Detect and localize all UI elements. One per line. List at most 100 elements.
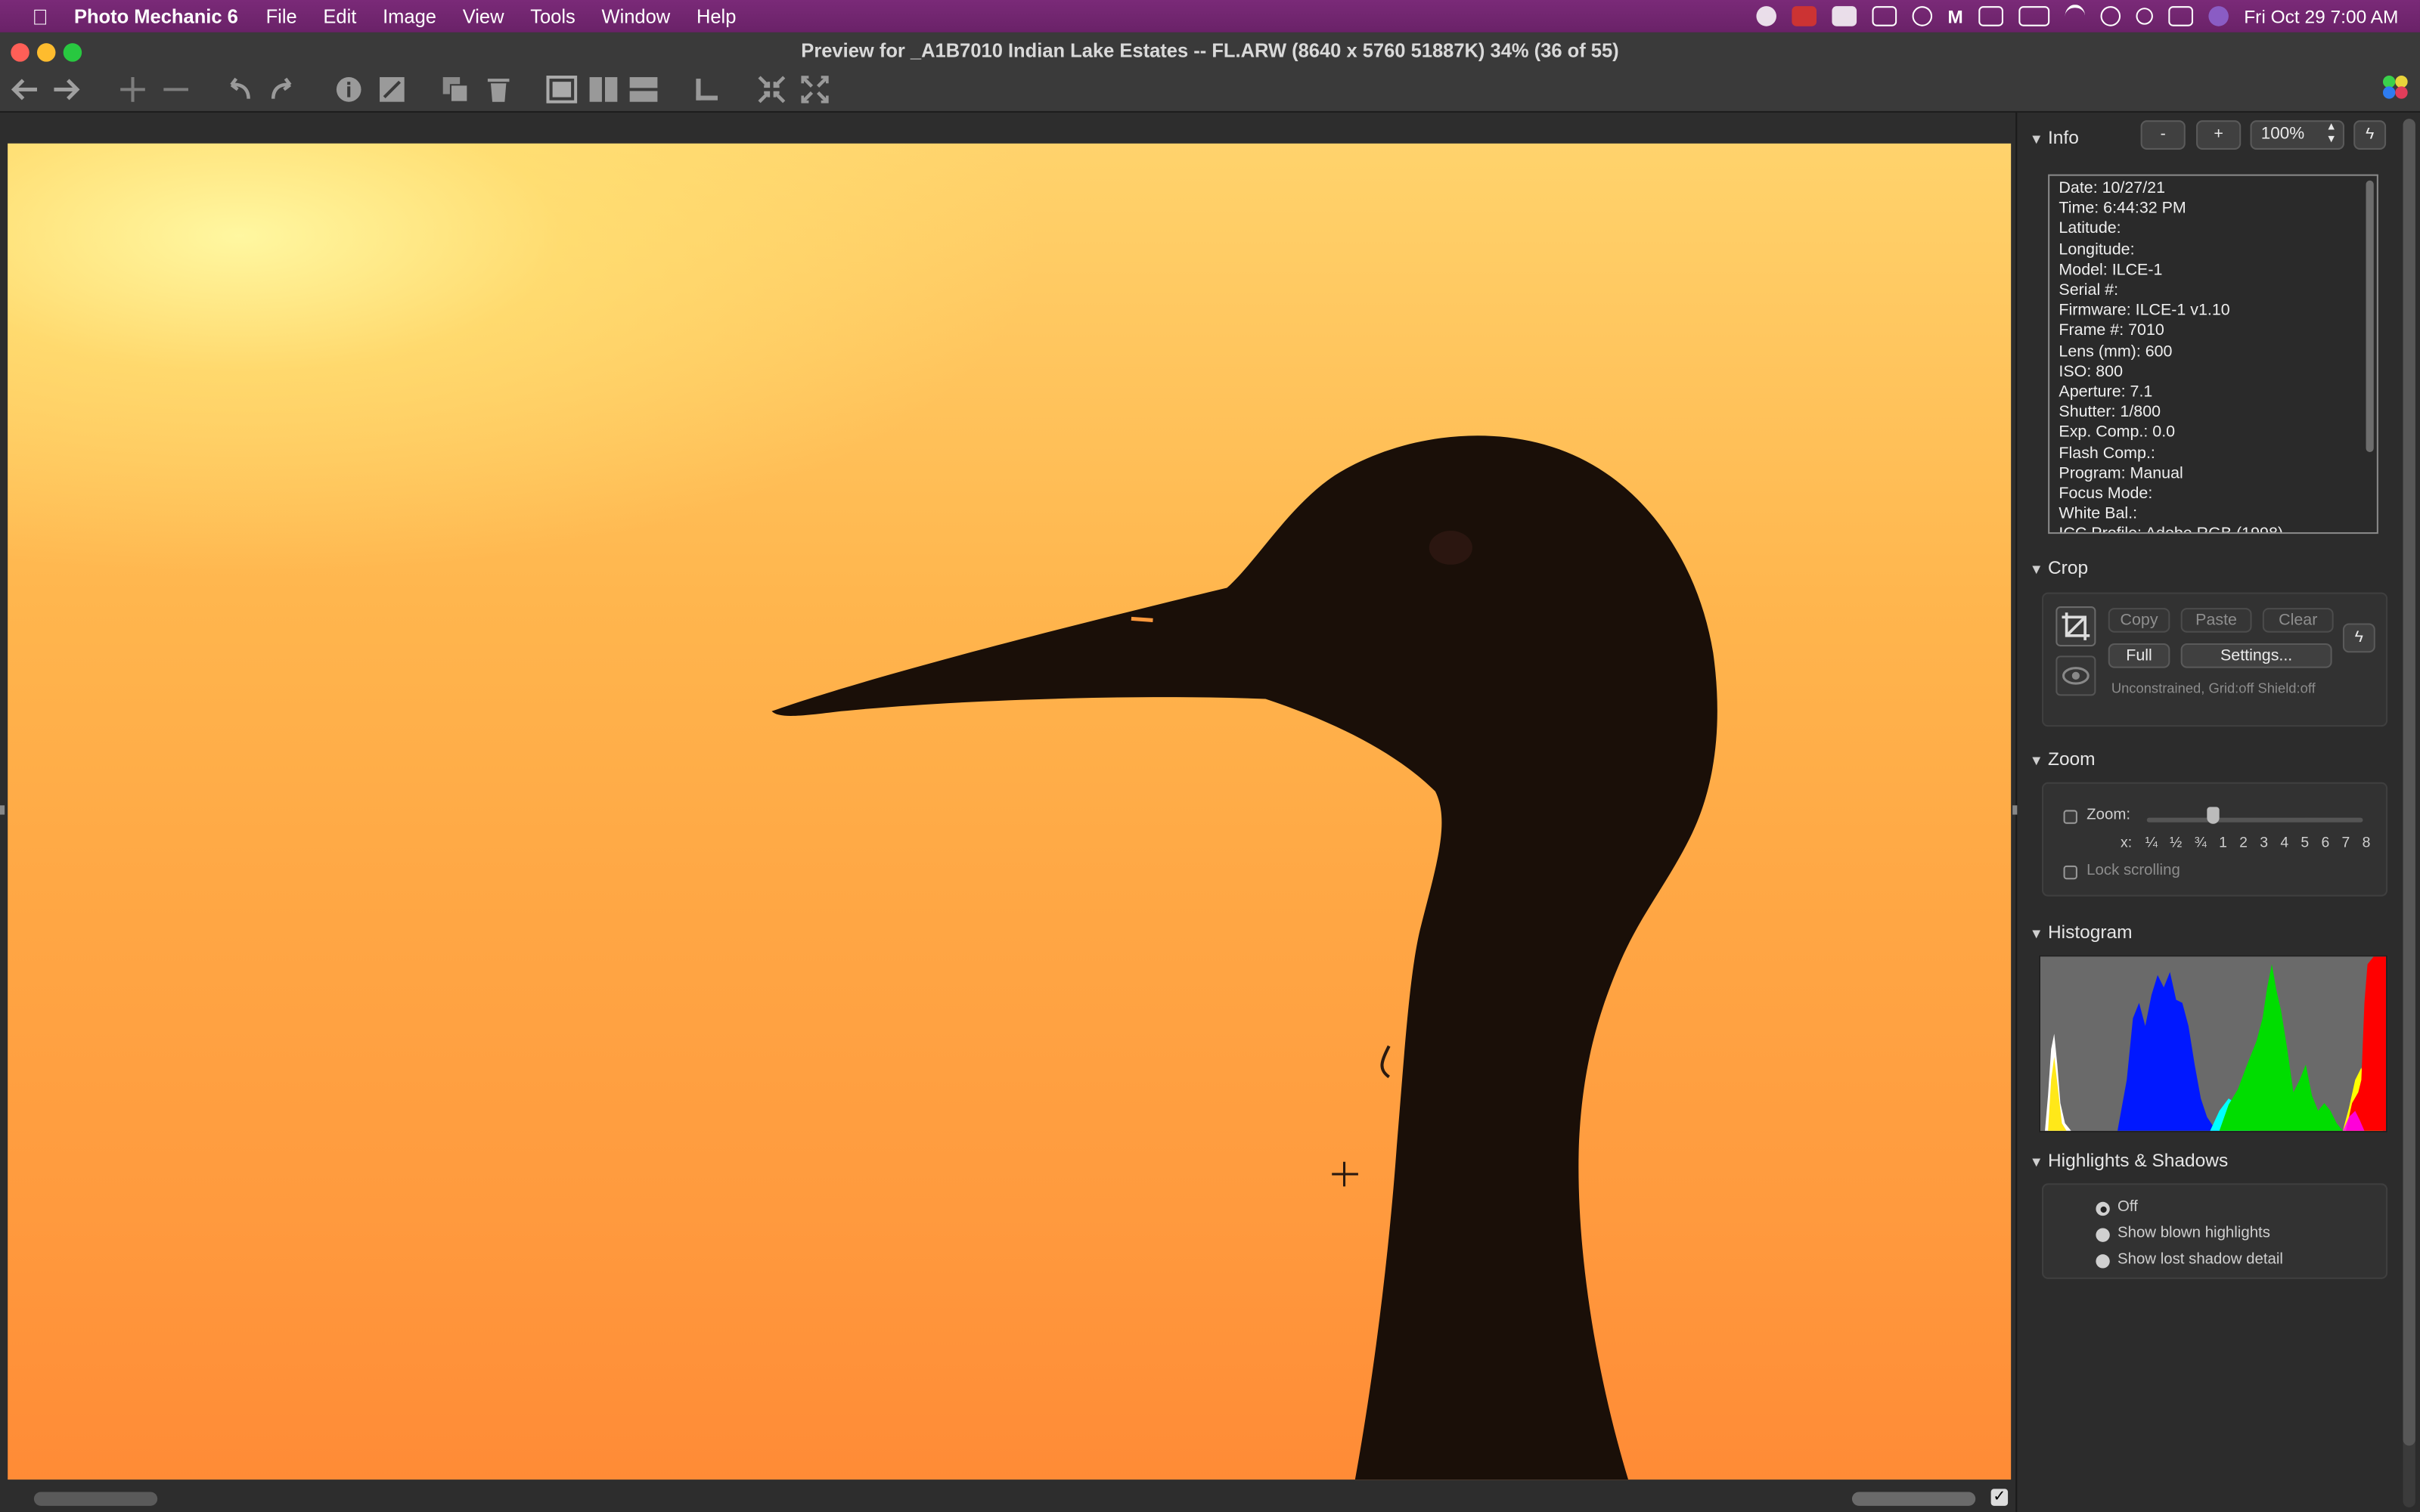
sidebar-scrollbar[interactable] <box>2403 119 2415 1507</box>
keyboard-icon[interactable] <box>1978 6 2003 26</box>
info-section-header[interactable]: ▼ Info <box>2030 126 2079 148</box>
info-line: Lens (mm): 600 <box>2059 342 2173 361</box>
info-zoom-select[interactable]: 100% ▲ ▼ <box>2250 120 2344 150</box>
info-list-scrollbar[interactable] <box>2366 180 2374 452</box>
zoom-slider-thumb[interactable] <box>2207 807 2220 824</box>
info-line: White Bal.: <box>2059 504 2138 524</box>
menu-image[interactable]: Image <box>383 5 436 27</box>
app-logo-icon <box>2382 75 2408 99</box>
apple-menu-icon[interactable]:  <box>28 4 53 29</box>
zoom-tick: 5 <box>2301 835 2310 852</box>
info-line: Serial #: <box>2059 280 2119 299</box>
menu-view[interactable]: View <box>463 5 504 27</box>
stacked-view-icon[interactable] <box>628 74 659 105</box>
info-lightning-button[interactable]: ϟ <box>2353 120 2387 150</box>
creative-cloud-icon[interactable] <box>1756 6 1776 26</box>
zoom-section-header[interactable]: ▼ Zoom <box>2030 748 2096 770</box>
battery-icon[interactable] <box>2018 6 2050 26</box>
corner-checkbox[interactable]: ✓ <box>1990 1489 2009 1506</box>
zoom-x-label: x: <box>2121 835 2133 852</box>
preview-image[interactable] <box>8 143 2012 1480</box>
disclosure-triangle-icon[interactable]: ▼ <box>2030 131 2043 146</box>
wifi-icon[interactable] <box>2065 5 2086 28</box>
crop-tool-button[interactable] <box>2055 606 2096 647</box>
menu-app-name[interactable]: Photo Mechanic 6 <box>74 5 238 27</box>
horizontal-scrollbar-right[interactable] <box>1851 1492 1976 1506</box>
copy-icon[interactable] <box>440 74 471 105</box>
refresh-icon[interactable] <box>1912 6 1932 26</box>
crop-lightning-button[interactable]: ϟ <box>2342 623 2375 653</box>
single-view-icon[interactable] <box>546 74 578 105</box>
lightning-icon: ϟ <box>2365 125 2375 144</box>
menu-tools[interactable]: Tools <box>530 5 576 27</box>
histogram-section-header[interactable]: ▼ Histogram <box>2030 921 2133 943</box>
fit-to-window-icon[interactable] <box>756 74 787 105</box>
left-edge-handle[interactable] <box>0 805 5 815</box>
film-icon[interactable] <box>1872 6 1897 26</box>
info-line: Model: ILCE-1 <box>2059 260 2163 280</box>
splitter-handle[interactable] <box>2012 805 2018 815</box>
zoom-checkbox[interactable] <box>2063 810 2077 824</box>
crop-paste-button[interactable]: Paste <box>2180 608 2252 633</box>
crop-settings-button[interactable]: Settings... <box>2180 643 2332 668</box>
menu-edit[interactable]: Edit <box>323 5 356 27</box>
info-zoom-value: 100% <box>2260 125 2305 144</box>
crop-preview-toggle[interactable] <box>2055 655 2096 696</box>
info-line: Flash Comp.: <box>2059 444 2155 463</box>
video-icon[interactable] <box>1832 6 1857 26</box>
preview-pane[interactable]: ✓ <box>0 112 2016 1512</box>
crop-copy-button[interactable]: Copy <box>2108 608 2170 633</box>
inspector-sidebar: ▼ Info - + 100% ▲ ▼ ϟ Date: 10/27/21 Time:… <box>2015 112 2420 1512</box>
info-zoom-plus-button[interactable]: + <box>2196 120 2242 150</box>
previous-arrow-icon[interactable] <box>9 74 40 105</box>
disclosure-triangle-icon[interactable]: ▼ <box>2030 753 2043 768</box>
recording-icon[interactable] <box>1792 6 1817 26</box>
search-icon[interactable] <box>2136 8 2153 25</box>
info-line: Exp. Comp.: 0.0 <box>2059 423 2176 442</box>
show-blown-highlights-radio[interactable] <box>2096 1228 2110 1242</box>
rotate-left-icon[interactable] <box>224 74 255 105</box>
siri-icon[interactable] <box>2208 6 2229 26</box>
crop-section-header[interactable]: ▼ Crop <box>2030 557 2088 579</box>
menu-help[interactable]: Help <box>697 5 736 27</box>
disclosure-triangle-icon[interactable]: ▼ <box>2030 1154 2043 1170</box>
align-icon[interactable] <box>691 74 722 105</box>
edit-image-icon[interactable] <box>377 74 408 105</box>
info-icon[interactable] <box>334 74 365 105</box>
zoom-out-icon[interactable] <box>160 74 191 105</box>
menu-window[interactable]: Window <box>601 5 670 27</box>
info-metadata-list[interactable]: Date: 10/27/21 Time: 6:44:32 PM Latitude… <box>2048 174 2378 534</box>
info-zoom-minus-button[interactable]: - <box>2140 120 2186 150</box>
info-line: Shutter: 1/800 <box>2059 403 2161 422</box>
sidebar-scrollbar-thumb[interactable] <box>2403 119 2415 1446</box>
disclosure-triangle-icon[interactable]: ▼ <box>2030 562 2043 577</box>
off-radio[interactable] <box>2096 1201 2110 1216</box>
horizontal-scrollbar-thumb[interactable] <box>33 1492 158 1506</box>
side-by-side-view-icon[interactable] <box>588 74 619 105</box>
zoom-tick: 3 <box>2260 835 2269 852</box>
user-icon[interactable] <box>2100 6 2121 26</box>
highlights-shadows-section-header[interactable]: ▼ Highlights & Shadows <box>2030 1149 2229 1171</box>
crop-status-text: Unconstrained, Grid:off Shield:off <box>2111 680 2316 696</box>
crop-full-button[interactable]: Full <box>2108 643 2170 668</box>
zoom-panel: Zoom: x: ¼ ½ ¾ 1 2 3 4 5 6 7 8 Lock scro… <box>2041 782 2388 897</box>
zoom-in-icon[interactable] <box>117 74 148 105</box>
rotate-right-icon[interactable] <box>267 74 298 105</box>
zoom-slider-track[interactable] <box>2146 817 2363 823</box>
zoom-tick: ¾ <box>2194 835 2207 852</box>
lock-scrolling-checkbox[interactable] <box>2063 865 2077 880</box>
control-center-icon[interactable] <box>2168 6 2193 26</box>
disclosure-triangle-icon[interactable]: ▼ <box>2030 925 2043 940</box>
crop-clear-button[interactable]: Clear <box>2262 608 2334 633</box>
highlights-shadows-panel: Off Show blown highlights Show lost shad… <box>2041 1183 2388 1279</box>
full-screen-icon[interactable] <box>799 74 830 105</box>
menu-file[interactable]: File <box>266 5 297 27</box>
window-title: Preview for _A1B7010 Indian Lake Estates… <box>801 40 1619 62</box>
malwarebytes-icon[interactable]: M <box>1947 5 1962 27</box>
trash-icon[interactable] <box>483 74 514 105</box>
next-arrow-icon[interactable] <box>51 74 82 105</box>
show-lost-shadow-radio[interactable] <box>2096 1254 2110 1269</box>
off-label: Off <box>2117 1198 2138 1216</box>
clock[interactable]: Fri Oct 29 7:00 AM <box>2244 5 2398 27</box>
zoom-tick-labels: ¼ ½ ¾ 1 2 3 4 5 6 7 8 <box>2145 835 2371 851</box>
